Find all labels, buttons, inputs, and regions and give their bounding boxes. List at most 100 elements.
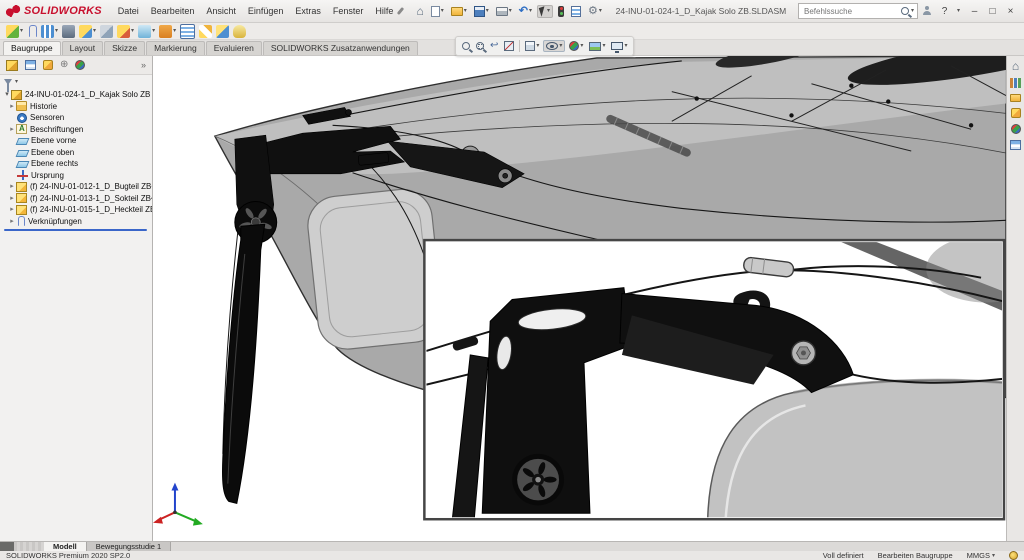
tab-evaluieren[interactable]: Evaluieren	[206, 41, 262, 55]
tab-layout[interactable]: Layout	[62, 41, 104, 55]
linear-component-pattern-button[interactable]	[41, 25, 58, 38]
custom-properties-icon[interactable]	[1010, 140, 1021, 150]
rudder-blade[interactable]	[222, 224, 264, 503]
zoom-to-fit-button[interactable]	[460, 41, 472, 51]
smart-fasteners-button[interactable]	[62, 25, 75, 38]
tree-item-beschriftungen[interactable]: Beschriftungen	[2, 124, 152, 136]
tree-item-heckteil[interactable]: (f) 24-INU-01-015-1_D_Heckteil ZB<1> (He…	[2, 204, 152, 216]
caret-right-icon[interactable]	[8, 195, 16, 202]
options-button[interactable]	[586, 5, 604, 18]
chevron-down-icon[interactable]	[911, 8, 914, 14]
new-motion-study-button[interactable]	[159, 25, 176, 38]
previous-view-button[interactable]	[488, 40, 500, 52]
reference-geometry-button[interactable]	[138, 25, 155, 38]
tree-item-sensoren[interactable]: Sensoren	[2, 112, 152, 124]
design-library-icon[interactable]	[1010, 78, 1021, 88]
caret-right-icon[interactable]	[8, 103, 16, 110]
tab-markierung[interactable]: Markierung	[146, 41, 205, 55]
instant3d-button[interactable]	[216, 25, 229, 38]
chevron-down-icon[interactable]	[15, 79, 18, 85]
minimize-button[interactable]: –	[966, 4, 983, 19]
tree-root-assembly[interactable]: 24-INU-01-024-1_D_Kajak Solo ZB (Solo mi…	[2, 89, 152, 101]
menu-ansicht[interactable]: Ansicht	[200, 4, 242, 18]
tab-bewegungsstudie[interactable]: Bewegungsstudie 1	[87, 542, 171, 551]
save-button[interactable]	[472, 5, 491, 18]
exploded-view-button[interactable]	[199, 25, 212, 38]
maximize-button[interactable]: □	[984, 4, 1001, 19]
feature-tree-tab-icon[interactable]	[6, 60, 18, 71]
file-properties-button[interactable]	[569, 5, 583, 18]
tab-modell[interactable]: Modell	[44, 542, 87, 551]
assembly-features-button[interactable]	[117, 25, 134, 38]
menu-fenster[interactable]: Fenster	[327, 4, 370, 18]
search-input[interactable]	[802, 6, 899, 17]
show-hidden-components-button[interactable]	[100, 25, 113, 38]
viewport-3d-scene[interactable]	[153, 56, 1006, 541]
chevron-down-icon[interactable]	[957, 8, 960, 14]
tab-corner-handle[interactable]	[0, 542, 14, 551]
panel-chevron-icon[interactable]	[141, 61, 146, 70]
tab-baugruppe[interactable]: Baugruppe	[3, 41, 61, 55]
caret-right-icon[interactable]	[8, 183, 16, 190]
search-icon[interactable]	[901, 7, 909, 15]
open-button[interactable]	[449, 6, 469, 17]
select-button[interactable]	[537, 5, 553, 18]
menu-hilfe[interactable]: Hilfe	[369, 4, 399, 18]
tree-item-verknuepfungen[interactable]: Verknüpfungen	[2, 216, 152, 228]
home-button[interactable]	[414, 4, 425, 18]
filter-funnel-icon[interactable]	[4, 79, 12, 85]
snapshot-button[interactable]	[233, 25, 246, 38]
appearances-scenes-icon[interactable]	[1011, 124, 1021, 134]
caret-right-icon[interactable]	[8, 206, 16, 213]
tree-item-historie[interactable]: Historie	[2, 101, 152, 113]
caret-down-icon[interactable]	[3, 91, 11, 98]
menu-einfuegen[interactable]: Einfügen	[242, 4, 290, 18]
help-button[interactable]: ?	[936, 4, 953, 19]
zoom-to-area-button[interactable]	[474, 41, 486, 51]
hide-show-items-button[interactable]	[543, 40, 565, 52]
mate-button[interactable]	[27, 25, 37, 37]
apply-scene-button[interactable]	[587, 41, 607, 52]
rebuild-button[interactable]	[556, 5, 566, 18]
rollback-bar[interactable]	[4, 229, 147, 231]
property-manager-tab-icon[interactable]	[25, 60, 36, 70]
move-component-button[interactable]	[79, 25, 96, 38]
edit-appearance-button[interactable]	[567, 40, 585, 52]
section-view-button[interactable]	[502, 40, 516, 52]
tab-zusatzanwendungen[interactable]: SOLIDWORKS Zusatzanwendungen	[263, 41, 418, 55]
menu-datei[interactable]: Datei	[112, 4, 145, 18]
caret-right-icon[interactable]	[8, 126, 16, 133]
view-palette-icon[interactable]	[1011, 108, 1021, 118]
detail-inset[interactable]	[424, 235, 1006, 519]
tree-item-ebene-vorne[interactable]: Ebene vorne	[2, 135, 152, 147]
tab-skizze[interactable]: Skizze	[104, 41, 145, 55]
chevron-down-icon	[602, 43, 605, 49]
caret-right-icon[interactable]	[8, 218, 16, 225]
close-button[interactable]: ×	[1002, 4, 1019, 19]
insert-components-button[interactable]	[6, 25, 23, 38]
part-icon	[16, 182, 27, 192]
display-manager-tab-icon[interactable]	[75, 60, 85, 70]
tree-item-bugteil[interactable]: (f) 24-INU-01-012-1_D_Bugteil ZB<1> (Sta…	[2, 181, 152, 193]
tree-item-ebene-oben[interactable]: Ebene oben	[2, 147, 152, 159]
quick-tips-icon[interactable]	[1009, 551, 1018, 560]
file-explorer-icon[interactable]	[1010, 94, 1021, 102]
tree-item-ursprung[interactable]: Ursprung	[2, 170, 152, 182]
undo-button[interactable]	[517, 5, 534, 18]
menu-bearbeiten[interactable]: Bearbeiten	[145, 4, 201, 18]
bill-of-materials-button[interactable]	[180, 24, 195, 39]
display-style-button[interactable]	[523, 40, 541, 52]
configuration-manager-tab-icon[interactable]	[43, 60, 53, 70]
units-selector[interactable]: MMGS	[967, 551, 995, 560]
menu-extras[interactable]: Extras	[289, 4, 327, 18]
print-button[interactable]	[494, 6, 514, 17]
tree-item-sokteil[interactable]: (f) 24-INU-01-013-1_D_Sokteil ZB<1> (Sta…	[2, 193, 152, 205]
tab-scroll-area[interactable]	[14, 542, 44, 551]
snapshot-icon	[233, 25, 246, 38]
dimxpert-tab-icon[interactable]	[60, 60, 68, 70]
home-tab-icon[interactable]	[1012, 60, 1019, 72]
view-settings-button[interactable]	[609, 41, 629, 51]
tree-item-ebene-rechts[interactable]: Ebene rechts	[2, 158, 152, 170]
login-user-icon[interactable]	[922, 6, 932, 16]
new-document-button[interactable]	[429, 5, 446, 18]
